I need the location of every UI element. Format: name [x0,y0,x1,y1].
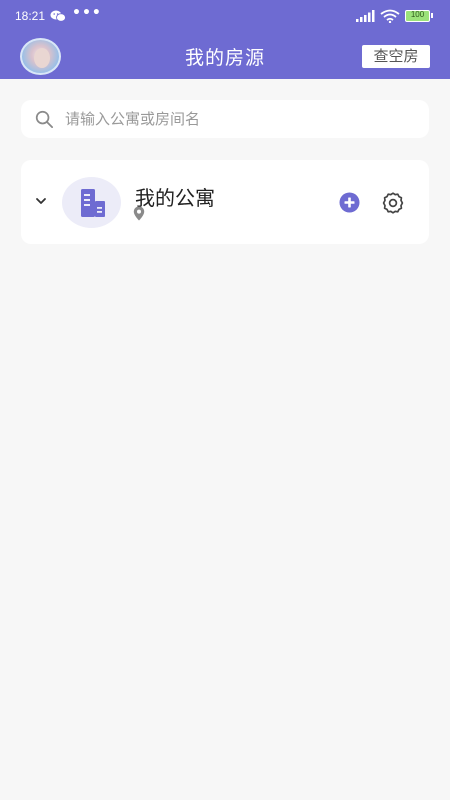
search-icon [35,110,54,129]
add-icon[interactable] [339,192,360,213]
search-bar[interactable] [21,100,429,138]
building-icon [81,189,105,217]
battery-icon: 100 [405,10,430,22]
signal-icon [356,10,375,22]
chevron-down-icon[interactable] [34,194,48,208]
more-notifications-indicator: ••• [72,5,102,21]
battery-tip [431,13,433,18]
battery-level: 100 [410,10,425,19]
apartment-icon-badge [62,177,121,228]
check-vacant-rooms-button[interactable]: 查空房 [362,45,430,68]
apartment-name: 我的公寓 [135,186,215,210]
status-bar: 18:21 ••• 100 [0,0,450,33]
apartment-card[interactable]: 我的公寓 [21,160,429,244]
gear-icon[interactable] [381,191,405,215]
wechat-icon [50,10,66,22]
search-input[interactable] [65,100,415,138]
location-icon [133,206,145,221]
status-time: 18:21 [15,9,46,23]
app-header: 18:21 ••• 100 我的房源 查空房 [0,0,450,79]
wifi-icon [380,9,400,23]
